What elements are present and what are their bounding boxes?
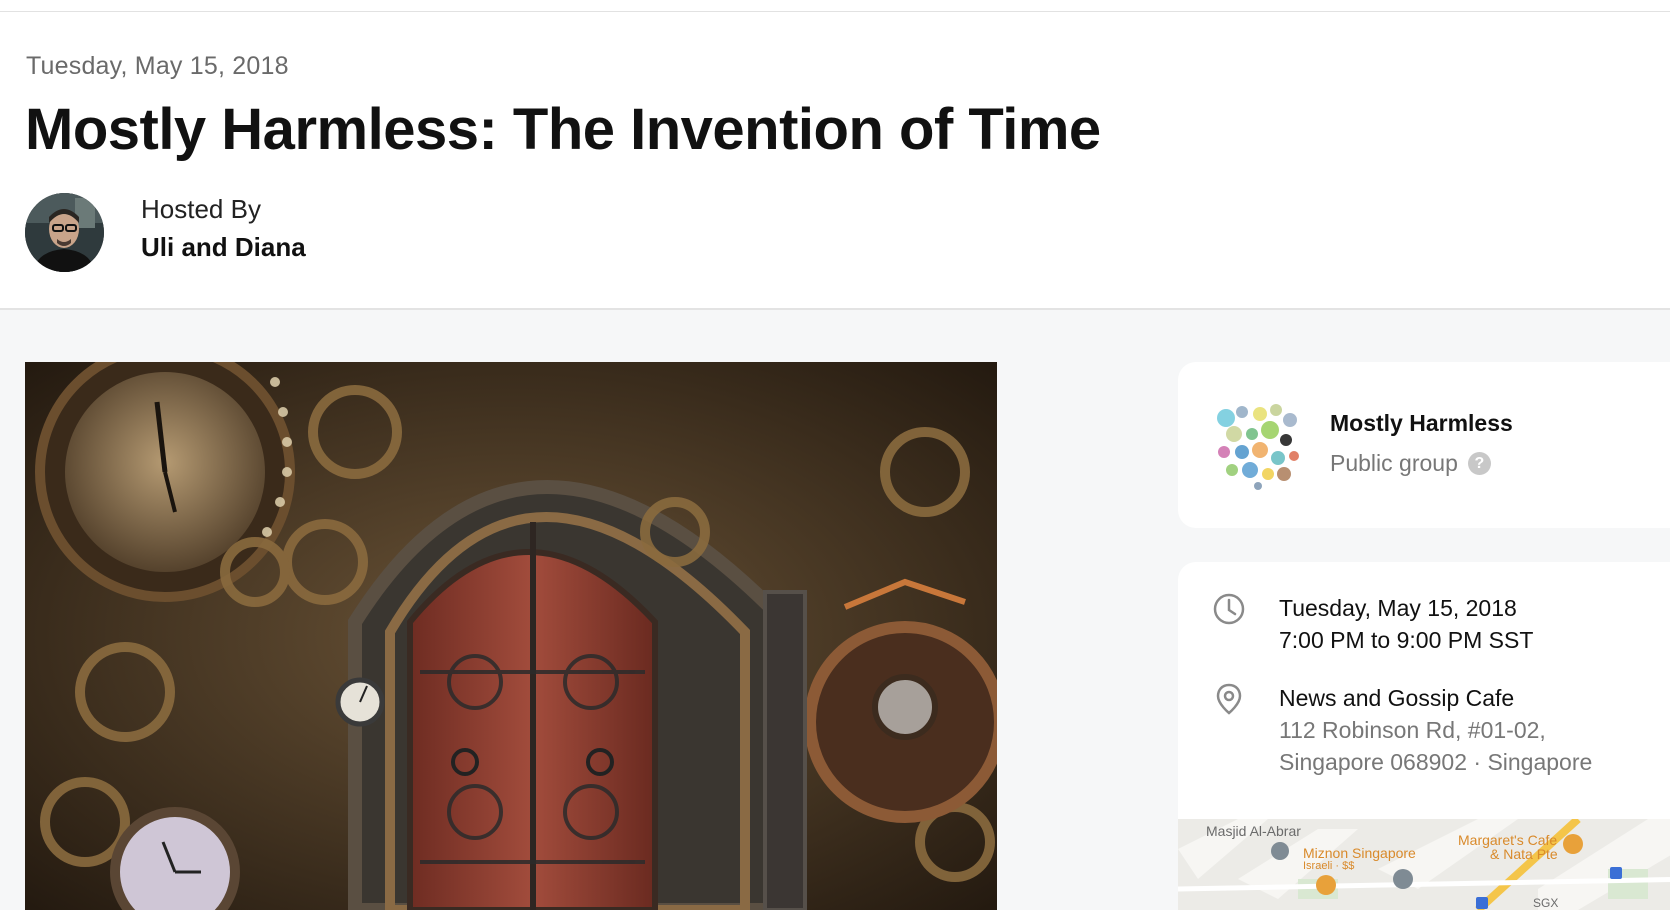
- location-pin-icon: [1216, 683, 1242, 715]
- venue-name[interactable]: News and Gossip Cafe: [1279, 682, 1592, 714]
- host-name[interactable]: Uli and Diana: [141, 232, 306, 263]
- map-label-miznon: Miznon Singapore: [1303, 845, 1416, 861]
- hosted-by-label: Hosted By: [141, 194, 261, 224]
- group-logo: [1212, 400, 1304, 492]
- map-label-margarets-line2: & Nata Pte: [1490, 846, 1558, 862]
- group-type-label: Public group: [1330, 450, 1458, 476]
- event-header: Tuesday, May 15, 2018 Mostly Harmless: T…: [0, 12, 1670, 310]
- top-bar: [0, 0, 1670, 12]
- host-avatar[interactable]: [25, 193, 104, 272]
- clock-icon: [1213, 593, 1245, 625]
- event-location: News and Gossip Cafe 112 Robinson Rd, #0…: [1279, 682, 1592, 778]
- location-map[interactable]: Masjid Al-Abrar Miznon Singapore Israeli…: [1178, 819, 1670, 910]
- event-details-card: Tuesday, May 15, 2018 7:00 PM to 9:00 PM…: [1178, 562, 1670, 910]
- event-title: Mostly Harmless: The Invention of Time: [25, 97, 1101, 162]
- steampunk-door-image: [25, 362, 997, 910]
- venue-address-line1: 112 Robinson Rd, #01-02,: [1279, 717, 1546, 743]
- group-name[interactable]: Mostly Harmless: [1330, 410, 1513, 437]
- map-label-mosque: Masjid Al-Abrar: [1206, 823, 1301, 839]
- detail-time: 7:00 PM to 9:00 PM SST: [1279, 627, 1534, 653]
- help-icon[interactable]: ?: [1467, 452, 1491, 475]
- detail-date: Tuesday, May 15, 2018: [1279, 595, 1517, 621]
- map-label-sgx: SGX: [1533, 896, 1559, 910]
- event-date: Tuesday, May 15, 2018: [26, 52, 289, 80]
- group-card[interactable]: Mostly Harmless Public group ?: [1178, 362, 1670, 528]
- event-image: [25, 362, 997, 910]
- event-datetime: Tuesday, May 15, 2018 7:00 PM to 9:00 PM…: [1279, 592, 1533, 656]
- host-photo: [25, 193, 104, 272]
- group-type: Public group ?: [1330, 450, 1491, 477]
- venue-address-line2: Singapore 068902 · Singapore: [1279, 749, 1593, 775]
- map-label-miznon-sub: Israeli · $$: [1303, 860, 1355, 872]
